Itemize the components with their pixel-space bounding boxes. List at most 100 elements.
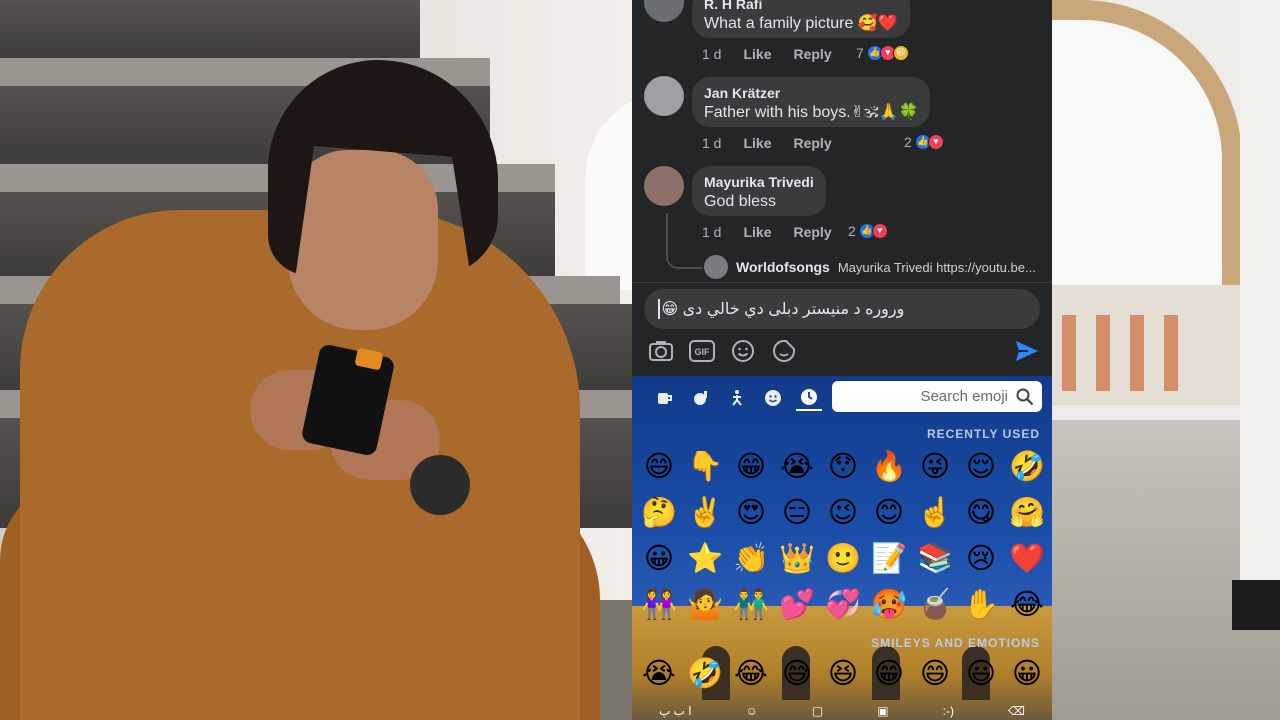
emoji-key[interactable]: 😍 [728,489,774,535]
reaction-summary[interactable]: 2 👍 ♥ [848,223,888,239]
emoji-key[interactable]: ✋ [958,581,1004,627]
backspace-icon[interactable]: ⌫ [1008,704,1025,718]
avatar[interactable] [644,0,684,22]
emoji-key[interactable]: 😋 [958,489,1004,535]
like-button[interactable]: Like [743,46,771,62]
emoji-key[interactable]: 💞 [820,581,866,627]
reply-button[interactable]: Reply [793,135,831,151]
emoji-key[interactable]: 😂 [728,650,774,696]
like-button[interactable]: Like [743,224,771,240]
objects-category-icon[interactable] [652,385,678,411]
comment-input[interactable]: وروره د منيستر دبلى دي خالي دى 😁 [644,289,1040,329]
comment-author[interactable]: Mayurika Trivedi [704,173,814,191]
emoji-key[interactable]: 🙂 [820,535,866,581]
keyboard-bottom-bar: ا ب پ ☺ ▢ ▣ :-) ⌫ [632,702,1052,720]
emoji-icon[interactable] [730,338,756,364]
emoji-key[interactable]: 😌 [958,443,1004,489]
emoji-key[interactable]: ☝️ [912,489,958,535]
emoji-key[interactable]: 😀 [636,535,682,581]
emoji-key[interactable]: 🔥 [866,443,912,489]
gif-icon[interactable]: GIF [689,338,715,364]
stair-step [0,0,420,60]
smileys-category-icon[interactable] [760,385,786,411]
emoji-key[interactable]: 🤗 [1004,489,1050,535]
rail-post [1164,315,1178,391]
emoji-key[interactable]: 👬 [728,581,774,627]
emoji-key[interactable]: 👏 [728,535,774,581]
like-button[interactable]: Like [743,135,771,151]
rail-post [1130,315,1144,391]
emoji-key[interactable]: 🥵 [866,581,912,627]
emoji-key[interactable]: 😀 [1004,650,1050,696]
emoji-key[interactable]: 📚 [912,535,958,581]
reply-text: Mayurika Trivedi https://youtu.be... [837,259,1036,275]
comment-author[interactable]: R. H Rafi [704,0,898,13]
comment-author[interactable]: Jan Krätzer [704,84,918,102]
person-face [288,150,438,330]
emoji-key[interactable]: 🤔 [636,489,682,535]
people-category-icon[interactable] [724,385,750,411]
emoji-key[interactable]: 😜 [912,443,958,489]
emoji-key[interactable]: 😆 [820,650,866,696]
reply-button[interactable]: Reply [793,224,831,240]
comments-panel: R. H Rafi What a family picture 🥰❤️ 1 d … [632,0,1052,720]
emoji-key[interactable]: 😭 [774,443,820,489]
emoji-key[interactable]: 😑 [774,489,820,535]
emoji-key[interactable]: 😭 [636,650,682,696]
emoji-key[interactable]: ❤️ [1004,535,1050,581]
recent-category-icon[interactable] [796,385,822,411]
emoji-key[interactable]: 😁 [728,443,774,489]
emoji-key[interactable]: 😂 [1004,581,1050,627]
avatar[interactable] [644,76,684,116]
background-photo-left [0,0,632,720]
emoji-key[interactable]: 🧉 [912,581,958,627]
emoji-key[interactable]: 😉 [820,489,866,535]
reaction-summary[interactable]: 2 👍 ♥ [904,134,944,150]
emoji-search-field[interactable]: Search emoji [832,381,1042,412]
railing [1052,285,1242,405]
archway [1052,0,1242,300]
emoticon-tab-icon[interactable]: :-) [943,704,954,718]
emoji-key[interactable]: 🤷 [682,581,728,627]
emoji-key[interactable]: 😁 [866,650,912,696]
camera-icon[interactable] [648,338,674,364]
emoji-key[interactable]: 😊 [866,489,912,535]
emoji-key[interactable]: 😅 [774,650,820,696]
comment-time: 1 d [702,224,722,240]
sticker-tab-icon[interactable]: ▢ [812,704,823,718]
emoji-tab-icon[interactable]: ☺ [746,704,758,718]
emoji-key[interactable]: 👭 [636,581,682,627]
reply-preview[interactable]: Worldofsongs Mayurika Trivedi https://yo… [704,255,1044,279]
haha-reaction-icon: 😆 [892,45,909,61]
reaction-count: 2 [904,134,912,150]
emoji-key[interactable]: 👑 [774,535,820,581]
emoji-key[interactable]: 🤣 [682,650,728,696]
text-caret [658,299,660,319]
emoji-search-placeholder: Search emoji [920,388,1008,405]
send-icon[interactable] [1014,339,1042,365]
emoji-key[interactable]: 💕 [774,581,820,627]
gif-tab-icon[interactable]: ▣ [877,704,888,718]
sticker-icon[interactable] [771,338,797,364]
activities-category-icon[interactable] [688,385,714,411]
emoji-key[interactable]: 😯 [820,443,866,489]
emoji-key[interactable]: 👇 [682,443,728,489]
emoji-key[interactable]: 😢 [958,535,1004,581]
emoji-key[interactable]: 📝 [866,535,912,581]
avatar[interactable] [644,166,684,206]
smileys-label: SMILEYS AND EMOTIONS [871,636,1040,650]
emoji-key[interactable]: 😄 [636,443,682,489]
emoji-key[interactable]: ⭐ [682,535,728,581]
emoji-key[interactable]: 😄 [912,650,958,696]
reaction-summary[interactable]: 7 👍 ♥ 😆 [856,45,909,61]
comment-text: What a family picture 🥰❤️ [704,15,898,32]
emoji-key[interactable]: ✌️ [682,489,728,535]
emoji-key[interactable]: 😃 [958,650,1004,696]
rail-post [1096,315,1110,391]
reaction-count: 2 [848,223,856,239]
reply-button[interactable]: Reply [793,46,831,62]
alphabet-switch[interactable]: ا ب پ [659,704,692,718]
emoji-key[interactable]: 🤣 [1004,443,1050,489]
comment-text: God bless [704,193,777,210]
smileys-emoji-grid: 😭 🤣 😂 😅 😆 😁 😄 😃 😀 [636,650,1050,696]
